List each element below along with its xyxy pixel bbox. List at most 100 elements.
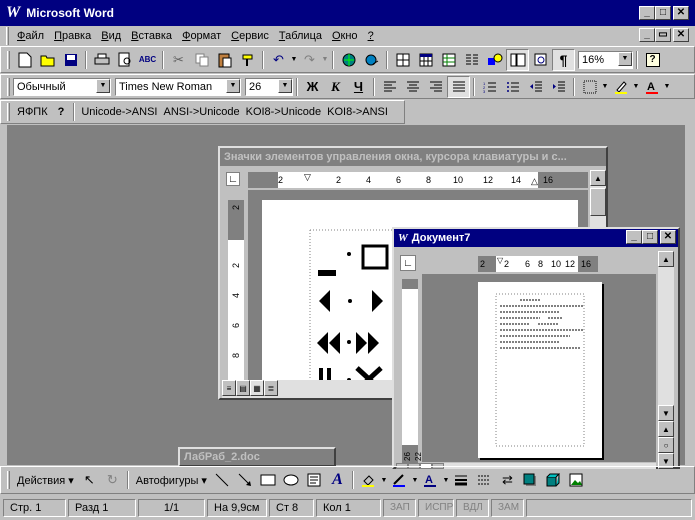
undo-dropdown-icon[interactable]: ▼ [290, 49, 298, 71]
borders-dropdown-icon[interactable]: ▼ [601, 76, 609, 98]
toolbar-grip[interactable] [7, 471, 10, 489]
hyperlink-icon[interactable] [360, 49, 383, 71]
right-indent-marker-icon[interactable]: △ [531, 176, 538, 187]
insert-excel-icon[interactable] [437, 49, 460, 71]
select-objects-icon[interactable]: ↖ [78, 469, 101, 491]
highlight-dropdown-icon[interactable]: ▼ [632, 76, 640, 98]
indent-marker-icon[interactable]: ▽ [304, 172, 311, 183]
menu-help[interactable]: ? [363, 30, 379, 42]
unicode-ansi-button[interactable]: Unicode->ANSI [78, 106, 160, 118]
koi8-unicode-button[interactable]: KOI8->Unicode [243, 106, 325, 118]
minimize-button[interactable]: _ [639, 6, 655, 20]
underline-button[interactable]: Ч [347, 76, 370, 98]
3d-icon[interactable] [542, 469, 565, 491]
chevron-down-icon[interactable]: ▼ [96, 78, 110, 93]
menu-insert[interactable]: Вставка [126, 30, 177, 42]
bold-button[interactable]: Ж [301, 76, 324, 98]
doc2-page-area[interactable] [422, 274, 656, 462]
document-map-icon[interactable] [506, 48, 529, 71]
doc1-title-bar[interactable]: Значки элементов управления окна, курсор… [220, 148, 606, 166]
maximize-button[interactable]: □ [655, 6, 671, 20]
font-color-draw-dropdown-icon[interactable]: ▼ [442, 469, 450, 491]
drawing-icon[interactable] [483, 49, 506, 71]
align-right-icon[interactable] [424, 76, 447, 98]
print-icon[interactable] [90, 49, 113, 71]
dash-style-icon[interactable] [473, 469, 496, 491]
wordart-icon[interactable]: A [326, 469, 349, 491]
free-rotate-icon[interactable]: ↻ [101, 469, 124, 491]
doc-close-button[interactable]: ✕ [673, 28, 689, 42]
ansi-unicode-button[interactable]: ANSI->Unicode [160, 106, 242, 118]
zoom-combo[interactable]: 16% ▼ [578, 50, 633, 69]
zoom-preview-icon[interactable] [529, 49, 552, 71]
redo-icon[interactable]: ↷ [298, 49, 321, 71]
cut-icon[interactable]: ✂ [167, 49, 190, 71]
tables-borders-icon[interactable] [391, 49, 414, 71]
borders-icon[interactable] [578, 76, 601, 98]
show-formatting-icon[interactable]: ¶ [552, 48, 575, 71]
status-track[interactable]: ИСПР [418, 498, 454, 517]
web-view-icon[interactable]: ▤ [236, 380, 250, 396]
fill-color-icon[interactable] [357, 469, 380, 491]
toolbar-grip[interactable] [7, 50, 10, 69]
format-painter-icon[interactable] [236, 49, 259, 71]
status-extend[interactable]: ВДЛ [456, 498, 489, 517]
minimized-document[interactable]: ЛабРаб_2.doc [178, 447, 336, 467]
rectangle-icon[interactable] [257, 469, 280, 491]
doc2-close-button[interactable]: ✕ [660, 230, 676, 244]
toolbar-grip[interactable] [7, 103, 10, 121]
line-color-dropdown-icon[interactable]: ▼ [411, 469, 419, 491]
arrow-icon[interactable] [234, 469, 257, 491]
page-view-icon[interactable]: ▦ [250, 380, 264, 396]
menu-window[interactable]: Окно [327, 30, 363, 42]
status-rec[interactable]: ЗАП [383, 498, 416, 517]
status-overtype[interactable]: ЗАМ [491, 498, 524, 517]
line-style-icon[interactable] [450, 469, 473, 491]
browse-object-icon[interactable]: ○ [658, 437, 674, 453]
doc2-maximize-button[interactable]: □ [642, 230, 658, 244]
font-color-icon[interactable]: A [640, 76, 663, 98]
menu-tools[interactable]: Сервис [226, 30, 274, 42]
insert-table-icon[interactable] [414, 49, 437, 71]
indent-marker-icon[interactable]: ▽ [497, 256, 503, 265]
textbox-icon[interactable] [303, 469, 326, 491]
fill-dropdown-icon[interactable]: ▼ [380, 469, 388, 491]
doc2-minimize-button[interactable]: _ [626, 230, 642, 244]
yafpk-label[interactable]: ЯФПК [13, 106, 52, 118]
outline-view-icon[interactable]: ≣ [264, 380, 278, 396]
increase-indent-icon[interactable] [547, 76, 570, 98]
arrow-style-icon[interactable]: ⇄ [496, 469, 519, 491]
autoshapes-button[interactable]: Автофигуры ▾ [132, 474, 211, 487]
align-center-icon[interactable] [401, 76, 424, 98]
font-color-dropdown-icon[interactable]: ▼ [663, 76, 671, 98]
draw-actions-button[interactable]: Действия ▾ [13, 474, 78, 487]
align-left-icon[interactable] [378, 76, 401, 98]
web-toolbar-icon[interactable] [337, 49, 360, 71]
scroll-up-icon[interactable]: ▲ [658, 251, 674, 267]
font-color-draw-icon[interactable]: A [419, 469, 442, 491]
shadow-icon[interactable] [519, 469, 542, 491]
decrease-indent-icon[interactable] [524, 76, 547, 98]
scroll-thumb[interactable] [590, 188, 606, 216]
custom-help-icon[interactable]: ? [52, 106, 71, 118]
chevron-down-icon[interactable]: ▼ [226, 78, 240, 93]
style-combo[interactable]: Обычный ▼ [13, 77, 111, 96]
koi8-ansi-button[interactable]: KOI8->ANSI [324, 106, 391, 118]
tab-selector[interactable]: ∟ [400, 255, 416, 271]
doc2-vertical-scrollbar[interactable]: ▲ ▼ ▲ ○ ▼ [658, 251, 674, 469]
menu-grip[interactable] [6, 26, 9, 45]
doc-restore-button[interactable]: ▭ [655, 28, 671, 42]
doc-minimize-button[interactable]: _ [639, 28, 655, 42]
justify-icon[interactable] [447, 75, 470, 98]
chevron-down-icon[interactable]: ▼ [278, 78, 292, 93]
tab-selector[interactable]: ∟ [222, 170, 244, 188]
menu-file[interactable]: Файл [12, 30, 49, 42]
print-preview-icon[interactable] [113, 49, 136, 71]
normal-view-icon[interactable]: ≡ [222, 380, 236, 396]
oval-icon[interactable] [280, 469, 303, 491]
copy-icon[interactable] [190, 49, 213, 71]
line-icon[interactable] [211, 469, 234, 491]
italic-button[interactable]: К [324, 76, 347, 98]
menu-view[interactable]: Вид [96, 30, 126, 42]
save-icon[interactable] [59, 49, 82, 71]
